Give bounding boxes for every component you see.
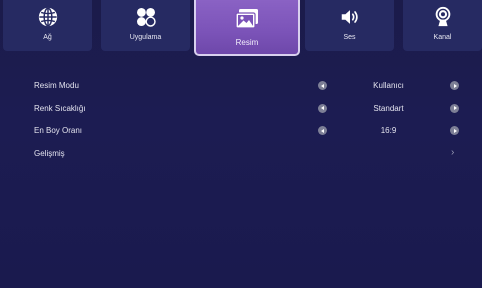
picture-settings-list: Resim Modu Kullanıcı Renk Sıcaklığı Stan… [0,76,485,166]
left-arrow-icon[interactable] [318,126,327,135]
chevron-right-icon: › [451,146,455,158]
setting-value: 16:9 [380,126,397,135]
left-arrow-icon[interactable] [318,103,327,113]
tv-settings-screen: Ağ Uygulama Resim Ses Kanal Resim Modu K… [0,0,485,291]
setting-label: Resim Modu [34,81,79,90]
category-tab-bar: Ağ Uygulama Resim Ses Kanal [0,0,485,56]
tab-label: Kanal [433,34,452,41]
right-arrow-icon[interactable] [450,126,459,135]
tab-resim[interactable]: Resim [194,0,300,56]
tab-uygulama[interactable]: Uygulama [101,0,190,51]
tab-kanal[interactable]: Kanal [403,0,482,51]
apps-icon [136,8,156,27]
globe-icon [38,7,57,27]
setting-row-aspect-ratio[interactable]: En Boy Oranı 16:9 [0,121,485,144]
tab-label: Ağ [43,34,52,41]
tab-ses[interactable]: Ses [305,0,394,51]
setting-value: Standart [373,103,404,113]
tab-label: Resim [235,38,259,47]
setting-label: Renk Sıcaklığı [34,103,86,113]
setting-label: En Boy Oranı [34,126,83,135]
left-arrow-icon[interactable] [318,81,327,90]
speaker-icon [341,10,358,24]
setting-row-picture-mode[interactable]: Resim Modu Kullanıcı [0,76,485,99]
tab-label: Ses [343,34,356,41]
tab-label: Uygulama [129,34,162,41]
picture-icon [235,9,258,29]
tab-ag[interactable]: Ağ [3,0,92,51]
setting-row-color-temperature[interactable]: Renk Sıcaklığı Standart [0,99,485,122]
setting-row-advanced[interactable]: Gelişmiş › [0,144,485,167]
right-arrow-icon[interactable] [450,103,459,113]
right-arrow-icon[interactable] [450,81,459,90]
antenna-icon [435,6,450,27]
setting-value: Kullanıcı [373,81,404,90]
setting-label: Gelişmiş [34,148,65,158]
